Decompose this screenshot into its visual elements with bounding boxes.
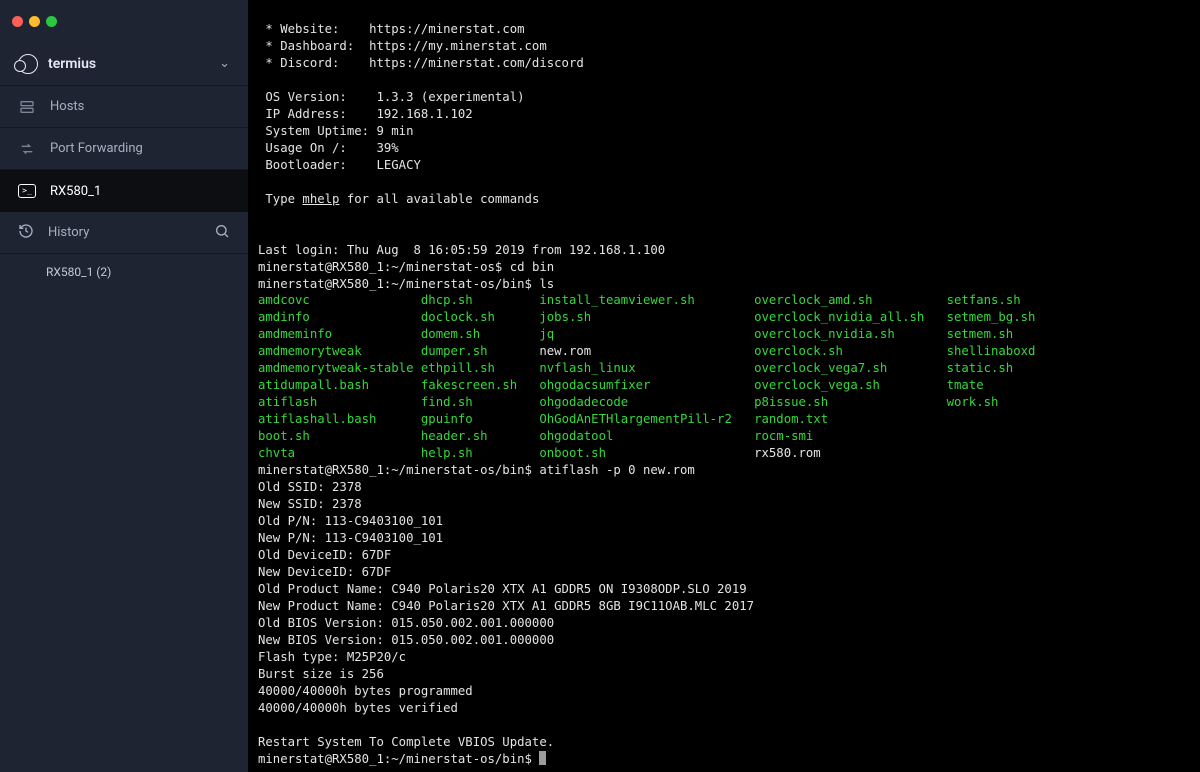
nav-port-forwarding-label: Port Forwarding [50,141,143,156]
terminal-output[interactable]: * Website: https://minerstat.com * Dashb… [248,0,1200,772]
active-terminal-tab[interactable]: >_ RX580_1 [0,170,248,212]
nav-history-label: History [48,225,89,240]
history-icon [18,223,34,243]
nav-hosts-label: Hosts [50,99,84,114]
history-item[interactable]: RX580_1 (2) [0,254,248,290]
chevron-down-icon: ⌄ [219,56,230,71]
nav-port-forwarding[interactable]: Port Forwarding [0,128,248,170]
window-minimize-button[interactable] [29,16,40,27]
window-close-button[interactable] [12,16,23,27]
terminal-icon: >_ [18,182,36,200]
nav-hosts[interactable]: Hosts [0,86,248,128]
search-icon[interactable] [214,223,230,243]
active-terminal-tab-label: RX580_1 [50,184,101,199]
history-item-label: RX580_1 (2) [46,265,111,279]
app-name: termius [48,56,96,72]
terminal-cursor [539,751,546,765]
termius-logo-icon [18,54,38,74]
app-switcher[interactable]: termius ⌄ [0,42,248,86]
nav-history[interactable]: History [0,212,248,254]
window-traffic-lights [0,0,248,42]
port-forwarding-icon [18,140,36,158]
hosts-icon [18,98,36,116]
window-maximize-button[interactable] [46,16,57,27]
sidebar: termius ⌄ Hosts Port Forwarding >_ RX580… [0,0,248,772]
